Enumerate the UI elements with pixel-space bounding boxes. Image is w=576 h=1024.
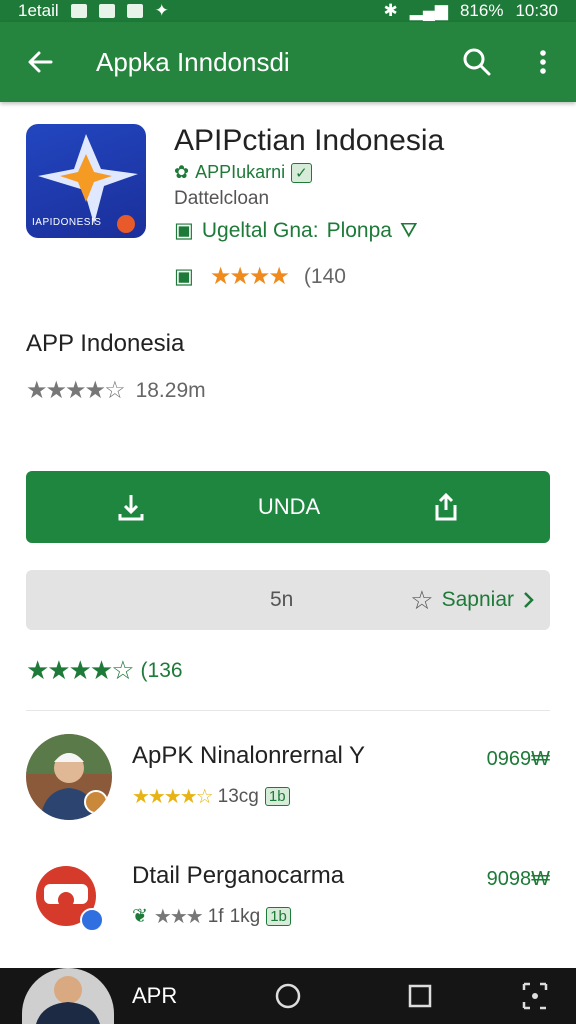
item-title: ApPK Ninalonrernal Y <box>132 742 366 769</box>
wishlist-button[interactable]: ☆ Sapniar <box>410 585 536 616</box>
navigation-bar: APR <box>0 968 576 1024</box>
app-bar: Appka Inndonsdi <box>0 22 576 102</box>
notification-icon <box>70 4 87 18</box>
rating-row: ▣ ★★★★ (140 <box>174 262 346 291</box>
notification-icon <box>126 4 143 18</box>
item-price: 0969₩ <box>486 748 550 770</box>
screenshot-icon[interactable] <box>520 982 550 1010</box>
item-meta-text: 1kg <box>229 905 261 927</box>
item-tag: 1b <box>264 787 290 806</box>
verified-icon: ✓ <box>291 162 312 183</box>
search-icon <box>463 48 491 76</box>
app-bar-title: Appka Inndonsdi <box>96 46 290 77</box>
back-arrow-icon <box>28 51 53 73</box>
rating-stars-icon: ★★★★☆ <box>132 786 214 808</box>
section-rating-text: 18.29m <box>135 378 206 402</box>
signal-icon: ▂▄▆ <box>409 1 448 20</box>
more-vert-icon <box>540 50 546 74</box>
share-icon <box>435 492 457 521</box>
person-avatar-icon <box>26 734 112 820</box>
content-rating-value: Plonpa <box>326 218 392 242</box>
rating-stars-icon: ★★★★☆ <box>26 377 126 404</box>
rating-count: (140 <box>303 264 346 288</box>
lock-icon: ▣ <box>174 219 194 242</box>
section-title: APP Indonesia <box>26 330 185 357</box>
app-icon-text: IAPIDONESIS <box>32 217 102 228</box>
download-icon <box>118 495 144 521</box>
rating-stars-icon: ★★★★ <box>209 263 290 290</box>
developer-name: APPIukarni <box>195 162 286 182</box>
developer-badge-icon: ✿ <box>174 162 190 182</box>
section-rating-row: ★★★★☆ 18.29m <box>26 376 206 405</box>
wishlist-bar: 5n ☆ Sapniar <box>26 570 550 630</box>
info-icon: ⛛ <box>399 218 418 242</box>
wishlist-label: Sapniar <box>441 588 514 611</box>
reviews-count: (136 <box>140 658 183 682</box>
rating-stars-icon: ★★★★☆ <box>26 655 135 685</box>
install-button-label: UNDA <box>257 494 321 519</box>
rating-stars-icon: ★★★ <box>153 906 204 928</box>
item-prefix: 1f <box>207 905 224 927</box>
app-name: APIPctian Indonesia <box>174 124 445 157</box>
item-title: Dtail Perganocarma <box>132 862 345 889</box>
content-rating-label: Ugeltal Gna: <box>201 218 319 242</box>
more-options-button[interactable] <box>510 22 576 102</box>
nav-label: APR <box>132 983 178 1008</box>
search-button[interactable] <box>444 22 510 102</box>
person-avatar-icon <box>22 968 114 1024</box>
reviews-summary[interactable]: ★★★★☆ (136 <box>26 655 183 686</box>
item-meta-text: 13cg <box>217 785 259 807</box>
developer-row[interactable]: ✿ APPIukarni ✓ <box>174 162 312 183</box>
back-button[interactable] <box>0 22 80 102</box>
app-icon[interactable]: IAPIDONESIS <box>26 124 146 238</box>
avatar <box>26 734 112 820</box>
carrier-text: 1etail <box>18 1 59 20</box>
battery-text: 816% <box>459 1 504 20</box>
app-header: IAPIDONESIS APIPctian Indonesia ✿ APPIuk… <box>26 124 556 294</box>
bag-icon: ▣ <box>174 265 194 288</box>
home-button[interactable] <box>274 982 302 1010</box>
app-avatar-icon <box>26 854 112 940</box>
category-label[interactable]: Dattelcloan <box>174 188 269 210</box>
list-item[interactable]: ApPK Ninalonrernal Y ★★★★☆ 13cg 1b 0969₩ <box>26 734 550 824</box>
recents-button[interactable] <box>408 982 432 1010</box>
item-meta: ❦ ★★★ 1f 1kg 1b <box>132 904 291 929</box>
item-price: 9098₩ <box>486 868 550 890</box>
star-outline-icon: ☆ <box>410 584 434 615</box>
avatar <box>26 854 112 940</box>
status-bar: 1etail ✦ ✱ ▂▄▆ 816% 10:30 <box>0 0 576 22</box>
wishlist-count: 5n <box>270 588 294 611</box>
divider <box>26 710 550 711</box>
bluetooth-icon: ✱ <box>383 1 398 20</box>
item-meta: ★★★★☆ 13cg 1b <box>132 784 290 809</box>
notification-icon <box>98 4 115 18</box>
content-rating-row[interactable]: ▣ Ugeltal Gna: Plonpa ⛛ <box>174 218 418 243</box>
leaf-icon: ❦ <box>132 906 148 927</box>
nav-avatar <box>22 968 114 1024</box>
item-tag: 1b <box>266 907 291 926</box>
time-text: 10:30 <box>515 1 558 20</box>
list-item[interactable]: Dtail Perganocarma ❦ ★★★ 1f 1kg 1b 9098₩ <box>26 854 550 944</box>
chevron-right-icon <box>524 592 534 608</box>
notification-icon: ✦ <box>154 1 169 20</box>
install-button[interactable]: UNDA <box>26 471 550 543</box>
